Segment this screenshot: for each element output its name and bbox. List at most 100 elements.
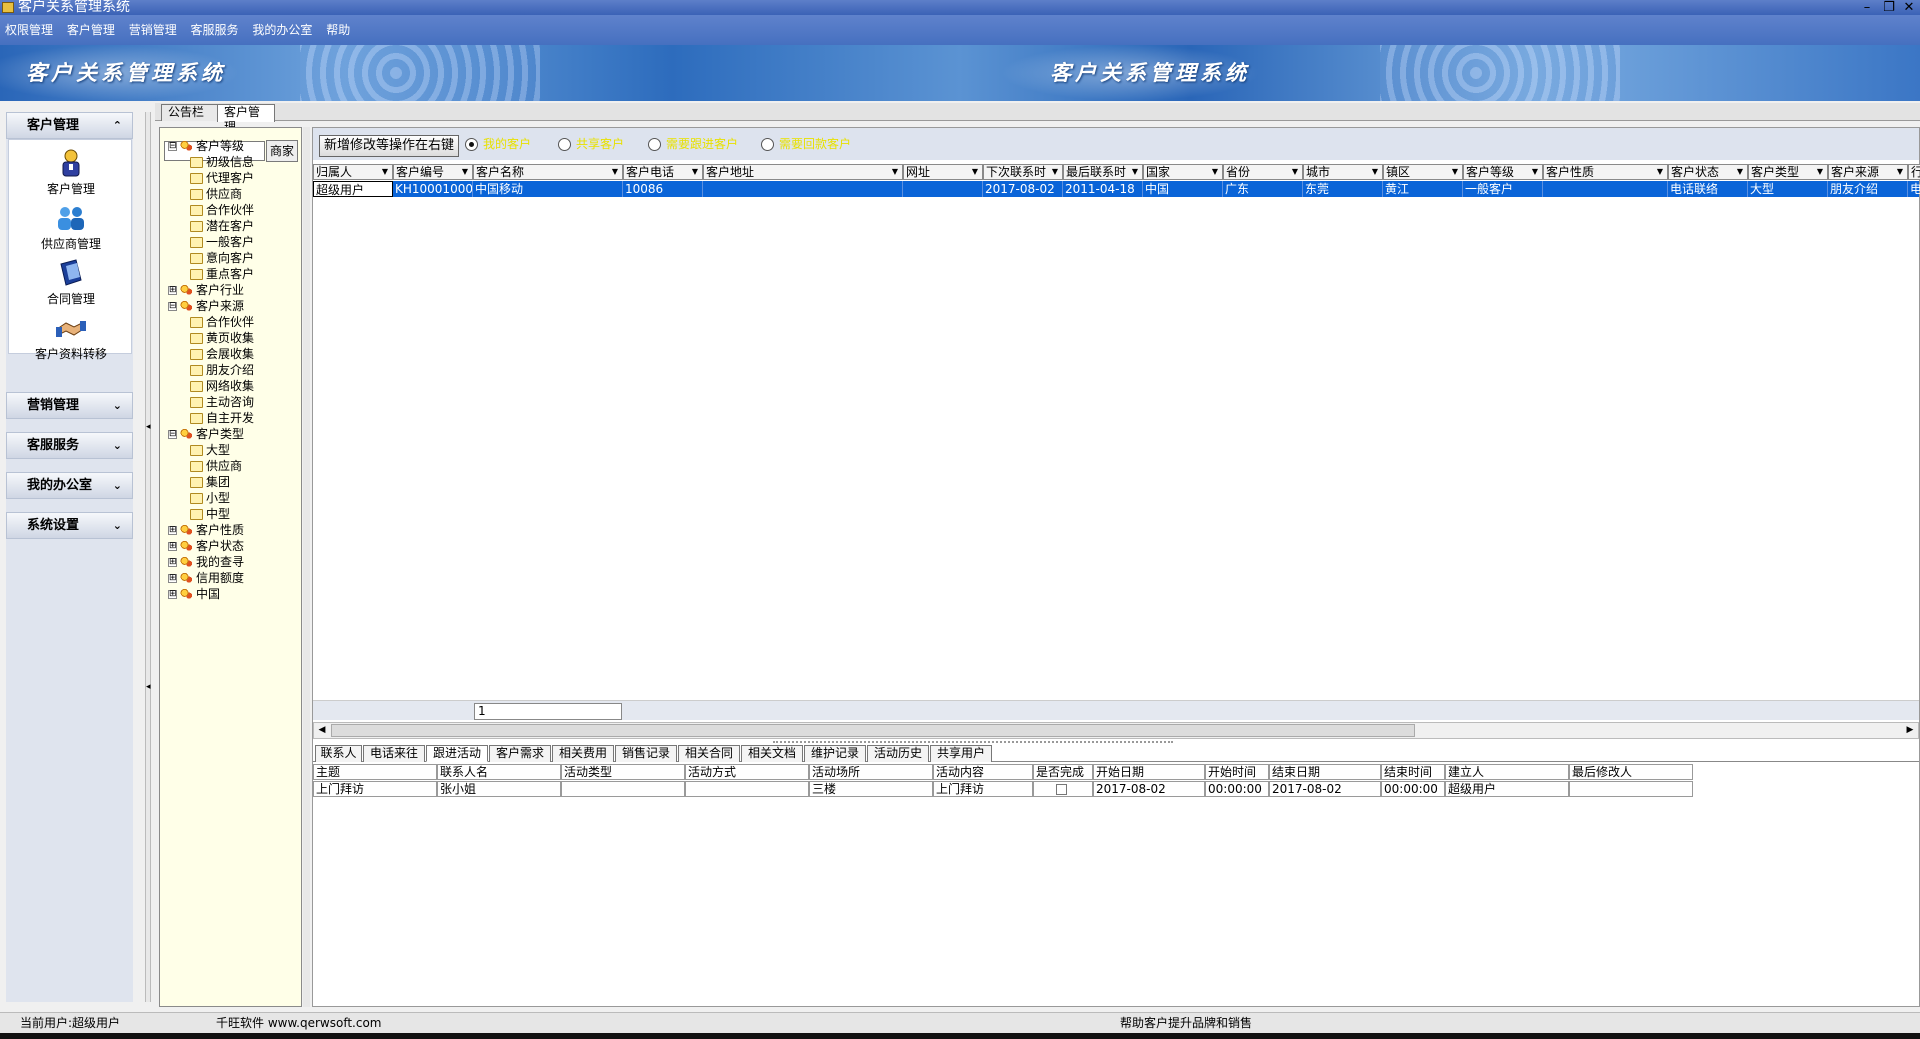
- dropdown-arrow-icon[interactable]: ▼: [1289, 166, 1301, 178]
- detail-tab[interactable]: 活动历史: [867, 745, 929, 762]
- column-header[interactable]: 客户来源 ▼: [1828, 164, 1908, 180]
- tree-toggle-icon[interactable]: ⊞: [168, 542, 177, 551]
- dropdown-arrow-icon[interactable]: ▼: [1209, 166, 1221, 178]
- horizontal-scrollbar[interactable]: ◀ ▶: [313, 722, 1919, 739]
- column-header[interactable]: 客户状态 ▼: [1668, 164, 1748, 180]
- radio-follow-up-customers[interactable]: 需要跟进客户: [648, 136, 738, 152]
- minimize-button[interactable]: –: [1856, 0, 1878, 15]
- dropdown-arrow-icon[interactable]: ▼: [1529, 166, 1541, 178]
- tree-search-button[interactable]: 商家: [266, 140, 298, 162]
- column-header[interactable]: 最后联系时 ▼: [1063, 164, 1143, 180]
- tree-group-node[interactable]: ⊞ 客户行业: [168, 282, 244, 298]
- column-header[interactable]: 客户性质 ▼: [1543, 164, 1668, 180]
- nav-item-data-transfer[interactable]: 客户资料转移: [9, 313, 133, 362]
- menu-help[interactable]: 帮助: [321, 15, 355, 45]
- tree-group-node[interactable]: ⊞ 客户性质: [168, 522, 244, 538]
- completed-checkbox[interactable]: [1056, 784, 1067, 795]
- column-header[interactable]: 开始时间: [1205, 764, 1269, 780]
- detail-tab[interactable]: 客户需求: [489, 745, 551, 762]
- menu-customers[interactable]: 客户管理: [62, 15, 120, 45]
- tree-leaf-node[interactable]: 一般客户: [190, 234, 254, 250]
- nav-section-office[interactable]: 我的办公室 ⌄: [6, 472, 133, 499]
- tree-group-node[interactable]: ⊞ 客户状态: [168, 538, 244, 554]
- tree-leaf-node[interactable]: 重点客户: [190, 266, 254, 282]
- nav-splitter[interactable]: ◂ ◂: [145, 112, 151, 1002]
- tree-group-node[interactable]: ⊞ 中国: [168, 586, 220, 602]
- dropdown-arrow-icon[interactable]: ▼: [1734, 166, 1746, 178]
- nav-section-marketing[interactable]: 营销管理 ⌄: [6, 392, 133, 419]
- tab-customer-management[interactable]: 客户管理: [217, 104, 275, 134]
- column-header[interactable]: 下次联系时 ▼: [983, 164, 1063, 180]
- detail-tab[interactable]: 相关文档: [741, 745, 803, 762]
- detail-tab[interactable]: 相关合同: [678, 745, 740, 762]
- tree-leaf-node[interactable]: 中型: [190, 506, 230, 522]
- tree-leaf-node[interactable]: 意向客户: [190, 250, 254, 266]
- tree-group-node[interactable]: ⊞ 我的查寻: [168, 554, 244, 570]
- column-header[interactable]: 建立人: [1445, 764, 1569, 780]
- menu-service[interactable]: 客服服务: [186, 15, 244, 45]
- new-edit-button[interactable]: 新增修改等操作在右键: [319, 135, 459, 157]
- scroll-right-icon[interactable]: ▶: [1902, 723, 1918, 738]
- nav-section-settings[interactable]: 系统设置 ⌄: [6, 512, 133, 539]
- dropdown-arrow-icon[interactable]: ▼: [1894, 166, 1906, 178]
- nav-item-contract-management[interactable]: 合同管理: [9, 258, 133, 307]
- tree-leaf-node[interactable]: 合作伙伴: [190, 202, 254, 218]
- column-header[interactable]: 结束日期: [1269, 764, 1381, 780]
- nav-section-customer[interactable]: 客户管理 ⌃: [6, 112, 133, 139]
- column-header[interactable]: 镇区 ▼: [1383, 164, 1463, 180]
- scrollbar-thumb[interactable]: [331, 724, 1415, 737]
- tree-leaf-node[interactable]: 小型: [190, 490, 230, 506]
- column-header[interactable]: 活动类型: [561, 764, 685, 780]
- menu-office[interactable]: 我的办公室: [247, 15, 317, 45]
- dropdown-arrow-icon[interactable]: ▼: [1369, 166, 1381, 178]
- dropdown-arrow-icon[interactable]: ▼: [1049, 166, 1061, 178]
- tree-toggle-icon[interactable]: ⊞: [168, 526, 177, 535]
- column-header[interactable]: 国家 ▼: [1143, 164, 1223, 180]
- column-header[interactable]: 省份 ▼: [1223, 164, 1303, 180]
- tree-toggle-icon[interactable]: ⊟: [168, 142, 177, 151]
- menu-marketing[interactable]: 营销管理: [124, 15, 182, 45]
- tree-group-node[interactable]: ⊞ 信用额度: [168, 570, 244, 586]
- tree-group-node[interactable]: ⊟ 客户来源: [168, 298, 244, 314]
- column-header[interactable]: 联系人名: [437, 764, 561, 780]
- tree-leaf-node[interactable]: 主动咨询: [190, 394, 254, 410]
- tree-leaf-node[interactable]: 网络收集: [190, 378, 254, 394]
- column-header[interactable]: 开始日期: [1093, 764, 1205, 780]
- tree-toggle-icon[interactable]: ⊟: [168, 302, 177, 311]
- radio-shared-customers[interactable]: 共享客户: [558, 136, 624, 152]
- column-header[interactable]: 客户编号 ▼: [393, 164, 473, 180]
- column-header[interactable]: 客户等级 ▼: [1463, 164, 1543, 180]
- column-header[interactable]: 归属人 ▼: [313, 164, 393, 180]
- tree-leaf-node[interactable]: 会展收集: [190, 346, 254, 362]
- detail-tab[interactable]: 跟进活动: [426, 745, 488, 762]
- tree-toggle-icon[interactable]: ⊞: [168, 574, 177, 583]
- dropdown-arrow-icon[interactable]: ▼: [609, 166, 621, 178]
- column-header[interactable]: 最后修改人: [1569, 764, 1693, 780]
- dropdown-arrow-icon[interactable]: ▼: [379, 166, 391, 178]
- dropdown-arrow-icon[interactable]: ▼: [1654, 166, 1666, 178]
- tree-group-node[interactable]: ⊟ 客户等级: [168, 138, 244, 154]
- detail-tab[interactable]: 相关费用: [552, 745, 614, 762]
- nav-item-customer-management[interactable]: 客户管理: [9, 148, 133, 197]
- column-header[interactable]: 结束时间: [1381, 764, 1445, 780]
- tree-leaf-node[interactable]: 初级信息: [190, 154, 254, 170]
- column-header[interactable]: 活动内容: [933, 764, 1033, 780]
- dropdown-arrow-icon[interactable]: ▼: [1129, 166, 1141, 178]
- detail-tab[interactable]: 销售记录: [615, 745, 677, 762]
- tree-leaf-node[interactable]: 潜在客户: [190, 218, 254, 234]
- column-header[interactable]: 城市 ▼: [1303, 164, 1383, 180]
- table-row[interactable]: 超级用户KH1000100001中国移动10086 2017-08-022011-…: [313, 181, 1920, 197]
- tree-leaf-node[interactable]: 黄页收集: [190, 330, 254, 346]
- dropdown-arrow-icon[interactable]: ▼: [889, 166, 901, 178]
- detail-tab[interactable]: 共享用户: [930, 745, 992, 762]
- dropdown-arrow-icon[interactable]: ▼: [689, 166, 701, 178]
- tree-leaf-node[interactable]: 供应商: [190, 186, 242, 202]
- scroll-left-icon[interactable]: ◀: [314, 723, 330, 738]
- tree-leaf-node[interactable]: 代理客户: [190, 170, 254, 186]
- dropdown-arrow-icon[interactable]: ▼: [1449, 166, 1461, 178]
- column-header[interactable]: 网址 ▼: [903, 164, 983, 180]
- menu-permissions[interactable]: 权限管理: [0, 15, 58, 45]
- tree-toggle-icon[interactable]: ⊟: [168, 430, 177, 439]
- dropdown-arrow-icon[interactable]: ▼: [969, 166, 981, 178]
- column-header[interactable]: 客户名称 ▼: [473, 164, 623, 180]
